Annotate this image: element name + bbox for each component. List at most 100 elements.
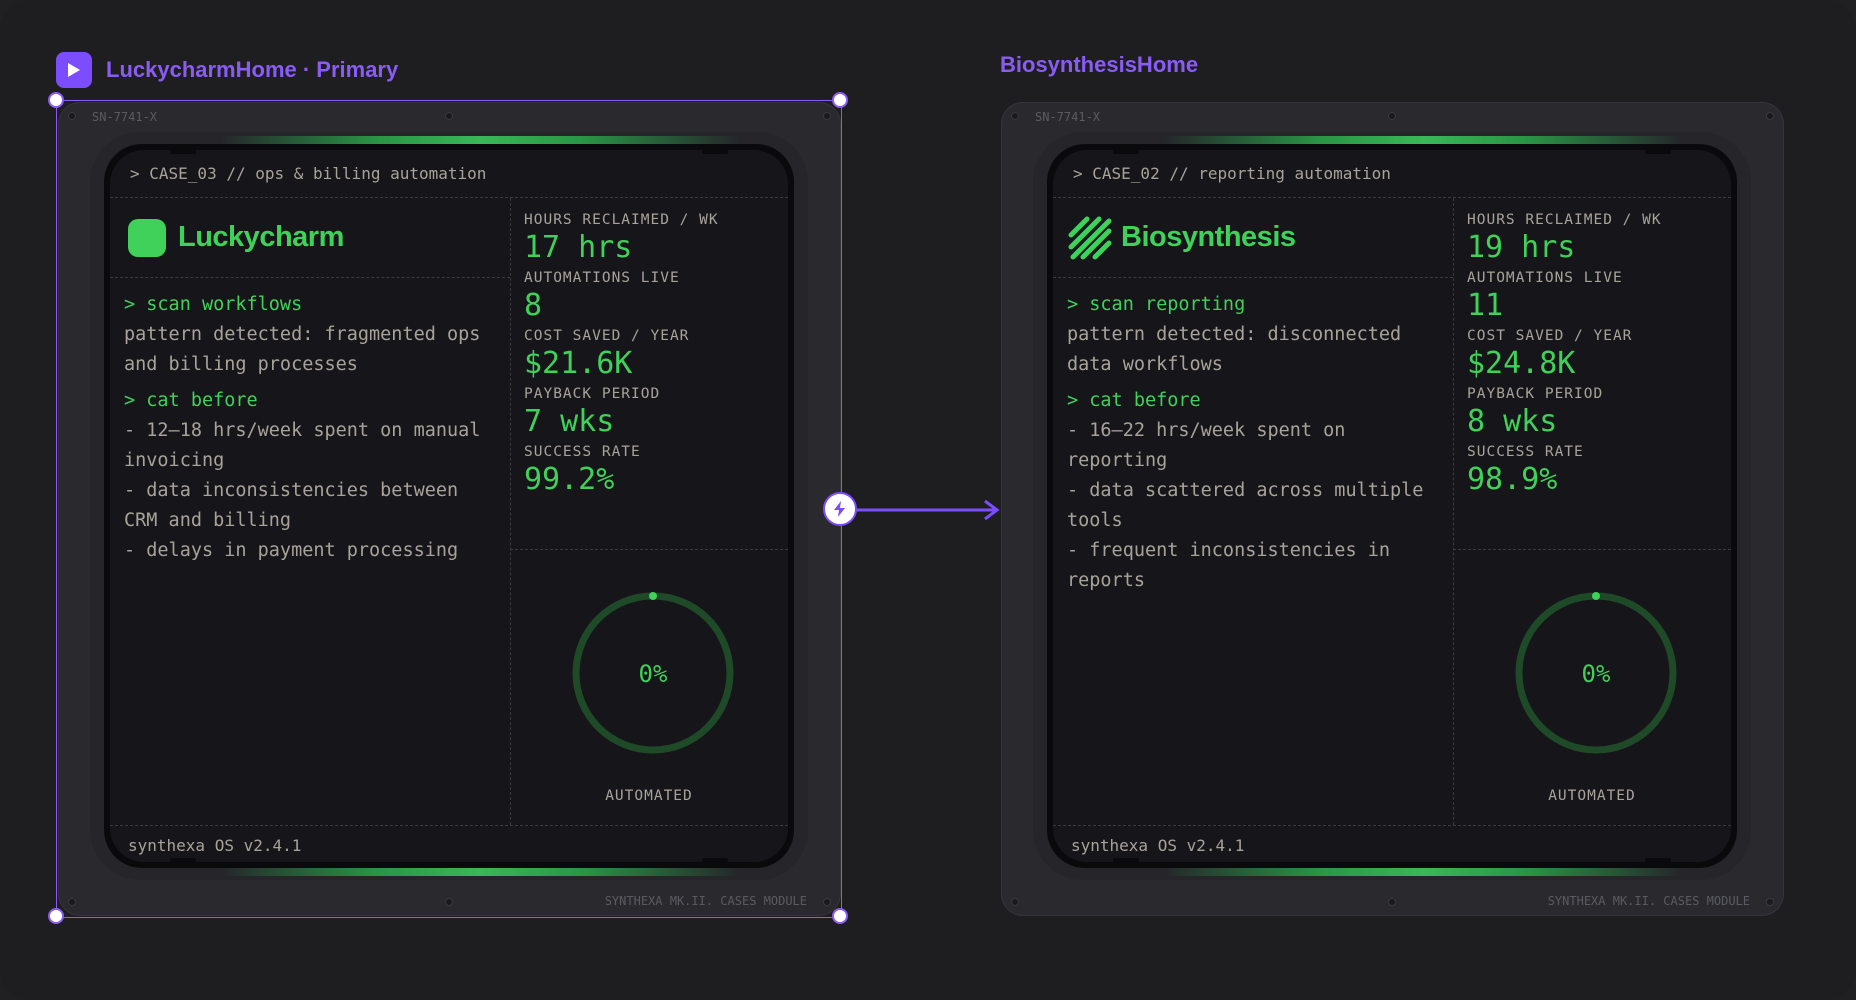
clover-icon: [128, 218, 166, 257]
gauge-indicator: [1592, 592, 1600, 600]
stat-label: HOURS RECLAIMED / WK: [1467, 212, 1662, 228]
device-biosynthesis[interactable]: SN-7741-X SYNTHEXA MK.II. CASES MODULE >…: [1001, 102, 1784, 916]
frame-title-label: LuckycharmHome · Primary: [106, 57, 399, 82]
gauge-label: AUTOMATED: [1548, 788, 1636, 804]
lightning-icon: [834, 501, 845, 517]
stat-value: $24.8K: [1467, 346, 1576, 381]
stat-hours: HOURS RECLAIMED / WK 17 hrs: [524, 212, 719, 265]
brand-logo: Biosynthesis: [1053, 198, 1453, 278]
os-footer: synthexa OS v2.4.1: [110, 825, 788, 862]
progress-gauge: 0%: [1515, 592, 1677, 754]
screw-icon: [1766, 112, 1774, 120]
stat-label: COST SAVED / YEAR: [524, 328, 690, 344]
stat-hours: HOURS RECLAIMED / WK 19 hrs: [1467, 212, 1662, 265]
terminal-line: - delays in payment processing: [124, 540, 459, 561]
bezel: > CASE_02 // reporting automation Biosyn…: [1033, 132, 1751, 880]
right-column: HOURS RECLAIMED / WK 19 hrs AUTOMATIONS …: [1453, 198, 1731, 825]
notch: [1645, 858, 1671, 862]
stat-value: $21.6K: [524, 346, 633, 381]
gauge-value: 0%: [1582, 660, 1611, 688]
stat-value: 11: [1467, 288, 1504, 323]
left-column: Biosynthesis > scan reporting pattern de…: [1053, 198, 1454, 825]
stat-cost: COST SAVED / YEAR $24.8K: [1467, 328, 1632, 381]
resize-handle[interactable]: [832, 92, 848, 108]
terminal-line: - data inconsistencies between CRM and b…: [124, 480, 459, 531]
stat-payback: PAYBACK PERIOD 7 wks: [524, 386, 660, 439]
terminal-command: > cat before: [124, 390, 258, 411]
module-label: SYNTHEXA MK.II. CASES MODULE: [1547, 894, 1750, 908]
stat-automations: AUTOMATIONS LIVE 11: [1467, 270, 1623, 323]
stat-success: SUCCESS RATE 98.9%: [1467, 444, 1584, 497]
brand-name: Biosynthesis: [1121, 221, 1296, 253]
terminal-command: > scan workflows: [124, 294, 303, 315]
stat-cost: COST SAVED / YEAR $21.6K: [524, 328, 689, 381]
screw-icon: [445, 898, 453, 906]
stat-value: 99.2%: [524, 462, 615, 497]
stat-label: AUTOMATIONS LIVE: [524, 270, 680, 286]
terminal-output: > scan workflows pattern detected: fragm…: [124, 290, 496, 566]
serial-number: SN-7741-X: [1035, 110, 1101, 124]
screw-icon: [68, 898, 76, 906]
stat-label: PAYBACK PERIOD: [1467, 386, 1604, 402]
prototype-connection-button[interactable]: [823, 492, 857, 526]
terminal-line: - 12–18 hrs/week spent on manual invoici…: [124, 420, 481, 471]
stats-panel: HOURS RECLAIMED / WK 17 hrs AUTOMATIONS …: [510, 198, 788, 550]
terminal-command: > cat before: [1067, 390, 1201, 411]
notch: [702, 858, 728, 862]
stats-panel: HOURS RECLAIMED / WK 19 hrs AUTOMATIONS …: [1453, 198, 1731, 550]
stat-automations: AUTOMATIONS LIVE 8: [524, 270, 680, 323]
frame-title-biosynthesis[interactable]: BiosynthesisHome: [1000, 52, 1198, 78]
screw-icon: [68, 112, 76, 120]
screw-icon: [1388, 898, 1396, 906]
notch: [170, 858, 196, 862]
module-label: SYNTHEXA MK.II. CASES MODULE: [604, 894, 807, 908]
terminal-line: pattern detected: disconnected data work…: [1067, 324, 1402, 375]
stat-value: 8 wks: [1467, 404, 1558, 439]
screw-icon: [1388, 112, 1396, 120]
stat-label: HOURS RECLAIMED / WK: [524, 212, 719, 228]
stat-payback: PAYBACK PERIOD 8 wks: [1467, 386, 1603, 439]
stat-label: COST SAVED / YEAR: [1467, 328, 1633, 344]
right-column: HOURS RECLAIMED / WK 17 hrs AUTOMATIONS …: [510, 198, 788, 825]
serial-number: SN-7741-X: [92, 110, 158, 124]
frame-title-luckycharm[interactable]: LuckycharmHome · Primary: [56, 52, 398, 88]
screw-icon: [823, 112, 831, 120]
bezel: > CASE_03 // ops & billing automation Lu…: [90, 132, 808, 880]
terminal-line: pattern detected: fragmented ops and bil…: [124, 324, 481, 375]
flow-arrow: [855, 499, 1000, 521]
brand-name: Luckycharm: [178, 221, 344, 253]
stat-label: SUCCESS RATE: [1467, 444, 1584, 460]
screw-icon: [1011, 898, 1019, 906]
resize-handle[interactable]: [48, 92, 64, 108]
terminal-command: > scan reporting: [1067, 294, 1246, 315]
screw-icon: [1011, 112, 1019, 120]
stat-value: 7 wks: [524, 404, 615, 439]
os-footer: synthexa OS v2.4.1: [1053, 825, 1731, 862]
device-luckycharm[interactable]: SN-7741-X SYNTHEXA MK.II. CASES MODULE >…: [58, 102, 841, 916]
play-icon[interactable]: [56, 52, 92, 88]
display: > CASE_03 // ops & billing automation Lu…: [110, 150, 788, 862]
screen: > CASE_02 // reporting automation Biosyn…: [1047, 144, 1737, 868]
stat-value: 8: [524, 288, 543, 323]
stat-label: AUTOMATIONS LIVE: [1467, 270, 1623, 286]
resize-handle[interactable]: [832, 908, 848, 924]
display: > CASE_02 // reporting automation Biosyn…: [1053, 150, 1731, 862]
screen: > CASE_03 // ops & billing automation Lu…: [104, 144, 794, 868]
stat-value: 17 hrs: [524, 230, 633, 265]
gauge-label: AUTOMATED: [605, 788, 693, 804]
screw-icon: [1766, 898, 1774, 906]
stat-success: SUCCESS RATE 99.2%: [524, 444, 641, 497]
stat-value: 98.9%: [1467, 462, 1558, 497]
terminal-output: > scan reporting pattern detected: disco…: [1067, 290, 1439, 596]
notch: [1113, 858, 1139, 862]
frame-title-label: BiosynthesisHome: [1000, 52, 1199, 77]
terminal-line: - data scattered across multiple tools: [1067, 480, 1424, 531]
gauge-value: 0%: [639, 660, 668, 688]
screw-icon: [823, 898, 831, 906]
progress-gauge: 0%: [572, 592, 734, 754]
diagonal-stripes-icon: [1068, 216, 1112, 259]
resize-handle[interactable]: [48, 908, 64, 924]
brand-logo: Luckycharm: [110, 198, 510, 278]
terminal-line: - frequent inconsistencies in reports: [1067, 540, 1391, 591]
stat-label: PAYBACK PERIOD: [524, 386, 661, 402]
